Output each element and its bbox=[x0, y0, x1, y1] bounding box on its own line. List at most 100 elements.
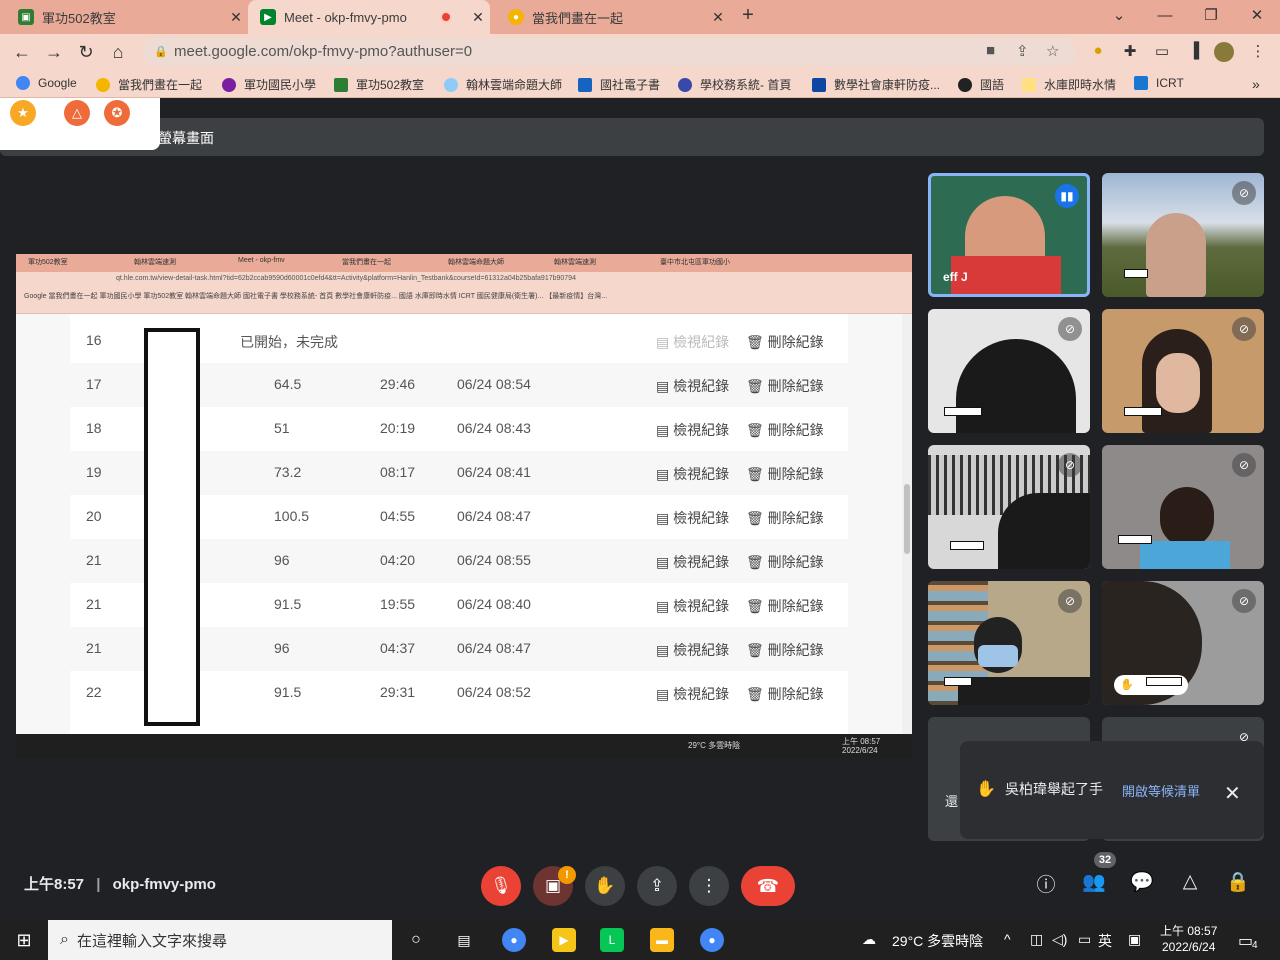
taskbar-clock[interactable]: 上午 08:57 2022/6/24 bbox=[1160, 923, 1217, 955]
camera-icon[interactable]: ■ bbox=[986, 42, 995, 59]
people-icon[interactable]: 👥 bbox=[1082, 870, 1106, 894]
view-record-link[interactable]: ▤ 檢視紀錄 bbox=[656, 552, 729, 572]
close-window-icon[interactable]: ✕ bbox=[1242, 4, 1272, 28]
close-tab-icon[interactable]: ✕ bbox=[706, 9, 730, 26]
raise-hand-button[interactable]: ✋ bbox=[585, 866, 625, 906]
participant-tile[interactable]: ⊘ bbox=[1102, 309, 1264, 433]
open-queue-link[interactable]: 開啟等候清單 bbox=[1122, 781, 1200, 800]
line-icon[interactable]: L bbox=[600, 928, 624, 952]
delete-record-link[interactable]: 🗑 刪除紀錄 bbox=[746, 640, 824, 660]
bookmark-item[interactable]: 水庫即時水情 bbox=[1022, 76, 1116, 93]
star-icon[interactable]: ✪ bbox=[104, 100, 130, 126]
extension-icon[interactable]: ● bbox=[1088, 42, 1108, 62]
bookmark-item[interactable]: ICRT bbox=[1134, 76, 1184, 90]
avatar[interactable] bbox=[1214, 42, 1234, 62]
bookmark-item[interactable]: Google bbox=[16, 76, 77, 90]
battery-icon[interactable]: ▭ bbox=[1078, 931, 1091, 948]
tab-meet[interactable]: ▶ Meet - okp-fmvy-pmo ✕ bbox=[248, 0, 490, 34]
chrome-profile-icon[interactable]: ● bbox=[700, 928, 724, 952]
url-text[interactable]: meet.google.com/okp-fmvy-pmo?authuser=0 bbox=[174, 43, 472, 60]
cortana-icon[interactable]: ○ bbox=[404, 928, 428, 952]
tab-drawing[interactable]: ● 當我們畫在一起 ✕ bbox=[490, 0, 730, 34]
tray-chevron-icon[interactable]: ^ bbox=[1004, 931, 1011, 947]
view-record-link[interactable]: ▤ 檢視紀錄 bbox=[656, 464, 729, 484]
delete-record-link[interactable]: 🗑 刪除紀錄 bbox=[746, 684, 824, 704]
taskbar-search[interactable]: ⌕ 在這裡輸入文字來搜尋 bbox=[48, 920, 392, 960]
network-icon[interactable]: ◫ bbox=[1030, 931, 1043, 948]
cast-icon[interactable]: ▭ bbox=[1152, 42, 1172, 62]
task-view-icon[interactable]: ▤ bbox=[452, 928, 476, 952]
home-icon[interactable]: ⌂ bbox=[106, 40, 130, 64]
bookmark-item[interactable]: 國社電子書 bbox=[578, 76, 660, 93]
view-record-link[interactable]: ▤ 檢視紀錄 bbox=[656, 376, 729, 396]
badge-icon[interactable]: ★ bbox=[10, 100, 36, 126]
bookmark-star-icon[interactable]: ☆ bbox=[1046, 42, 1059, 60]
close-tab-icon[interactable]: ✕ bbox=[224, 9, 248, 26]
more-options-button[interactable]: ⋮ bbox=[689, 866, 729, 906]
bookmark-item[interactable]: 當我們畫在一起 bbox=[96, 76, 202, 93]
view-record-link[interactable]: ▤ 檢視紀錄 bbox=[656, 420, 729, 440]
delete-record-link[interactable]: 🗑 刪除紀錄 bbox=[746, 464, 824, 484]
participant-tile-speaker[interactable]: ▮▮ eff J bbox=[928, 173, 1090, 297]
notification-icon[interactable]: ▭ bbox=[1238, 931, 1253, 951]
view-record-link[interactable]: ▤ 檢視紀錄 bbox=[656, 596, 729, 616]
minimize-icon[interactable]: — bbox=[1150, 4, 1180, 28]
present-button[interactable]: ⇪ bbox=[637, 866, 677, 906]
sidepanel-icon[interactable]: ▐ bbox=[1184, 42, 1204, 62]
close-tab-icon[interactable]: ✕ bbox=[466, 9, 490, 26]
tab-search-icon[interactable]: ⌄ bbox=[1104, 4, 1134, 28]
volume-icon[interactable]: ◁) bbox=[1052, 931, 1067, 948]
mic-off-icon: 🎙 bbox=[490, 876, 512, 895]
mic-toggle-button[interactable]: 🎙 bbox=[481, 866, 521, 906]
view-record-link[interactable]: ▤ 檢視紀錄 bbox=[656, 640, 729, 660]
taskbar-weather[interactable]: 29°C 多雲時陰 bbox=[892, 931, 983, 951]
bookmark-item[interactable]: 軍功國民小學 bbox=[222, 76, 316, 93]
ime-mode-icon[interactable]: ▣ bbox=[1128, 931, 1141, 948]
bookmark-item[interactable]: 學校務系統- 首頁 bbox=[678, 76, 791, 93]
participant-tile[interactable]: ⊘ bbox=[928, 445, 1090, 569]
info-icon[interactable]: ⓘ bbox=[1034, 870, 1058, 896]
menu-icon[interactable]: ⋮ bbox=[1248, 42, 1268, 62]
more-bookmarks-icon[interactable]: » bbox=[1252, 76, 1260, 92]
participant-tile[interactable]: ⊘ ✋ bbox=[1102, 581, 1264, 705]
participant-tile[interactable]: ⊘ bbox=[928, 581, 1090, 705]
delete-record-link[interactable]: 🗑 刪除紀錄 bbox=[746, 420, 824, 440]
forward-icon[interactable]: → bbox=[42, 40, 66, 64]
player-icon[interactable]: ▶ bbox=[552, 928, 576, 952]
activities-icon[interactable]: △ bbox=[1178, 870, 1202, 894]
view-label: 檢視紀錄 bbox=[673, 642, 730, 658]
participant-tile[interactable]: ⊘ bbox=[1102, 445, 1264, 569]
delete-record-link[interactable]: 🗑 刪除紀錄 bbox=[746, 332, 824, 352]
view-record-link[interactable]: ▤ 檢視紀錄 bbox=[656, 332, 729, 352]
bookmark-item[interactable]: 軍功502教室 bbox=[334, 76, 424, 93]
tab-classroom[interactable]: ▣ 軍功502教室 ✕ bbox=[0, 0, 248, 34]
back-icon[interactable]: ← bbox=[10, 40, 34, 64]
windows-start-icon[interactable]: ⊞ bbox=[12, 928, 36, 952]
bookmark-item[interactable]: 國語 bbox=[958, 76, 1004, 93]
participant-tile[interactable]: ⊘ bbox=[1102, 173, 1264, 297]
close-icon[interactable]: ✕ bbox=[1224, 781, 1241, 806]
delete-record-link[interactable]: 🗑 刪除紀錄 bbox=[746, 552, 824, 572]
delete-record-link[interactable]: 🗑 刪除紀錄 bbox=[746, 596, 824, 616]
triangle-icon[interactable]: △ bbox=[64, 100, 90, 126]
delete-record-link[interactable]: 🗑 刪除紀錄 bbox=[746, 508, 824, 528]
address-bar[interactable]: 🔒 meet.google.com/okp-fmvy-pmo?authuser=… bbox=[142, 38, 1076, 66]
new-tab-button[interactable]: + bbox=[736, 4, 760, 30]
participant-tile[interactable]: ⊘ bbox=[928, 309, 1090, 433]
bookmark-item[interactable]: 翰林雲端命題大師 bbox=[444, 76, 562, 93]
document-icon: ▤ bbox=[656, 334, 674, 350]
puzzle-icon[interactable]: ✚ bbox=[1120, 42, 1140, 62]
leave-call-button[interactable]: ☎ bbox=[741, 866, 795, 906]
view-record-link[interactable]: ▤ 檢視紀錄 bbox=[656, 684, 729, 704]
ime-indicator[interactable]: 英 bbox=[1098, 931, 1112, 951]
reload-icon[interactable]: ↻ bbox=[74, 40, 98, 64]
chat-icon[interactable]: 💬 bbox=[1130, 870, 1154, 894]
share-icon[interactable]: ⇪ bbox=[1016, 42, 1029, 60]
bookmark-item[interactable]: 數學社會康軒防疫... bbox=[812, 76, 940, 93]
host-controls-icon[interactable]: 🔒 bbox=[1226, 870, 1250, 894]
view-record-link[interactable]: ▤ 檢視紀錄 bbox=[656, 508, 729, 528]
delete-record-link[interactable]: 🗑 刪除紀錄 bbox=[746, 376, 824, 396]
restore-icon[interactable]: ❐ bbox=[1196, 4, 1226, 28]
chrome-icon[interactable]: ● bbox=[502, 928, 526, 952]
file-explorer-icon[interactable]: ▬ bbox=[650, 928, 674, 952]
